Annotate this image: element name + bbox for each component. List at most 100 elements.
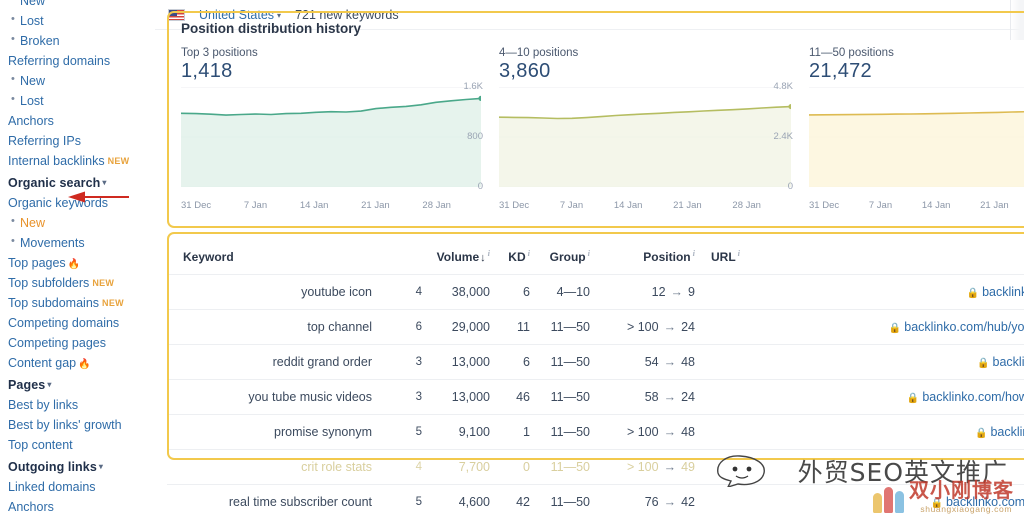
- info-icon[interactable]: i: [488, 248, 490, 258]
- sidebar-item-label: Lost: [20, 93, 44, 108]
- info-icon[interactable]: i: [738, 248, 740, 258]
- table-row[interactable]: real time subscriber count 5 4,600 42 11—50 7…: [167, 484, 1024, 515]
- sidebar-item-best-by-links-growth[interactable]: Best by links' growth: [4, 415, 155, 435]
- keyword-cell[interactable]: promise synonym: [167, 414, 372, 450]
- position-from: > 100: [626, 320, 659, 334]
- sidebar: New Lost Broken Referring domains New Lost Anc…: [0, 0, 155, 515]
- sidebar-item-organic-keywords[interactable]: Organic keywords: [4, 193, 155, 213]
- table-row[interactable]: youtube icon438,00064—1012→9🔒backlinko.c…: [167, 274, 1024, 310]
- info-icon[interactable]: i: [528, 248, 530, 258]
- position-to: 24: [681, 320, 695, 334]
- url-link[interactable]: backlinko.com/youtube-ranking-factors: [946, 495, 1024, 509]
- right-edge-panel: [1010, 0, 1024, 40]
- sidebar-item-label: Anchors: [8, 113, 54, 128]
- url-link[interactable]: backlinko.com/hub/youtube/icon: [982, 285, 1024, 299]
- sidebar-item-referring-domains[interactable]: Referring domains: [4, 51, 155, 71]
- sidebar-item-label: Referring domains: [8, 53, 111, 68]
- table-col-header-kd[interactable]: KD i: [490, 232, 530, 275]
- table-col-header-volume[interactable]: Volume↓ i: [422, 232, 490, 275]
- table-row[interactable]: reddit grand order 3 13,000 6 11—50 54 → 48 🔒 bac…: [167, 344, 1024, 380]
- chart-x-tick: 7 Jan: [559, 200, 584, 211]
- chart-y-tick: 0: [477, 181, 483, 192]
- position-cell: 76 → 42: [590, 484, 695, 515]
- keyword-cell[interactable]: real time subscriber count: [167, 484, 372, 515]
- chart-y-tick: 2.4K: [773, 131, 793, 142]
- sidebar-item-top-subdomains[interactable]: Top subdomains NEW: [4, 293, 155, 313]
- sidebar-item-linked-domains[interactable]: Linked domains: [4, 477, 155, 497]
- table-col-header-url[interactable]: URL i: [695, 232, 1024, 275]
- chart-x-tick: 7 Jan: [868, 200, 893, 211]
- chart-x-tick: 21 Jan: [980, 200, 1009, 211]
- chart-card-3: 11—50 positions 21,472 31 Dec 7 Jan 14 Jan 21…: [795, 47, 1024, 211]
- charts-row: Top 3 positions 1,418 1.6K 800 0 31 Dec 7 Jan 1…: [167, 47, 1024, 211]
- sidebar-item-broken[interactable]: Broken: [4, 31, 155, 51]
- chart-x-tick: 28 Jan: [732, 200, 761, 211]
- keyword-cell[interactable]: crit role stats: [167, 449, 372, 485]
- sidebar-item-top-subfolders[interactable]: Top subfolders NEW: [4, 273, 155, 293]
- sidebar-item-movements[interactable]: Movements: [4, 233, 155, 253]
- table-col-header-group[interactable]: Group i: [530, 232, 590, 275]
- sidebar-group-label: Outgoing links: [8, 460, 97, 474]
- keyword-cell[interactable]: you tube music videos: [167, 379, 372, 415]
- table-col-header-keyword[interactable]: Keyword: [167, 232, 372, 275]
- position-cell: > 100 → 24: [590, 309, 695, 345]
- sidebar-nav-list: New Lost Broken Referring domains New Lost Anc…: [4, 0, 155, 515]
- url-link[interactable]: backlinko.com/hub/youtube/channel-keywor…: [904, 320, 1024, 334]
- sidebar-item-anchors[interactable]: Anchors: [4, 497, 155, 515]
- sidebar-item-top-pages[interactable]: Top pages 🔥: [4, 253, 155, 273]
- keyword-cell[interactable]: youtube icon: [167, 274, 372, 310]
- table-col-header-position[interactable]: Position i: [590, 232, 695, 275]
- arrow-right-icon: →: [663, 425, 677, 439]
- chart-x-tick: 14 Jan: [613, 200, 643, 211]
- url-link[interactable]: backlinko.com/seo-techniques: [993, 355, 1024, 369]
- sidebar-item-best-by-links[interactable]: Best by links: [4, 395, 155, 415]
- sidebar-item-label: New: [20, 0, 46, 8]
- chart-x-tick: 21 Jan: [361, 200, 390, 211]
- sidebar-item-internal-backlinks[interactable]: Internal backlinks NEW: [4, 151, 155, 171]
- sidebar-item-competing-domains[interactable]: Competing domains: [4, 313, 155, 333]
- chart-plot: [809, 87, 1024, 197]
- url-link[interactable]: backlinko.com/seo-copywriting: [990, 425, 1024, 439]
- table-row[interactable]: you tube music videos 3 13,000 46 11—50 58 → 24…: [167, 379, 1024, 415]
- chart-x-tick: 14 Jan: [299, 200, 329, 211]
- table-row[interactable]: top channel 6 29,000 11 11—50 > 100 → 24 🔒 backli…: [167, 309, 1024, 345]
- sidebar-item-label: Internal backlinks: [8, 153, 105, 168]
- sidebar-item-referring-ips[interactable]: Referring IPs: [4, 131, 155, 151]
- sidebar-item-content-gap[interactable]: Content gap 🔥: [4, 353, 155, 373]
- volume-cell: 13,000: [422, 344, 490, 380]
- chevron-down-icon: ▾: [102, 178, 107, 187]
- sidebar-item-anchors[interactable]: Anchors: [4, 111, 155, 131]
- position-from: > 100: [626, 460, 659, 474]
- sidebar-item-lost[interactable]: Lost: [4, 11, 155, 31]
- info-icon[interactable]: i: [693, 248, 695, 258]
- sidebar-group-organic-search[interactable]: Organic search ▾: [4, 171, 155, 193]
- sidebar-item-label: New: [20, 73, 46, 88]
- group-cell: 11—50: [530, 379, 590, 415]
- kd-cell: 42: [490, 484, 530, 515]
- table-row[interactable]: crit role stats47,700011—50 > 100 → 49🔒back…: [167, 449, 1024, 485]
- info-icon[interactable]: i: [588, 248, 590, 258]
- chart-x-tick: 31 Dec: [809, 200, 840, 211]
- sidebar-item-lost[interactable]: Lost: [4, 91, 155, 111]
- table-row[interactable]: promise synonym 5 9,100 1 11—50 > 100 → 48 🔒 back…: [167, 414, 1024, 450]
- sidebar-group-outgoing-links[interactable]: Outgoing links ▾: [4, 455, 155, 477]
- url-cell: 🔒backlinko.com/hub/youtube/icon▾: [695, 274, 1024, 310]
- lock-icon: 🔒: [966, 288, 980, 299]
- sidebar-item-new[interactable]: New: [4, 0, 155, 11]
- sidebar-item-label: Top subfolders: [8, 275, 90, 290]
- sidebar-item-new[interactable]: New: [4, 213, 155, 233]
- keyword-cell[interactable]: top channel: [167, 309, 372, 345]
- panel-title: Position distribution history: [181, 21, 361, 36]
- keyword-cell[interactable]: reddit grand order: [167, 344, 372, 380]
- table-col-header-sf[interactable]: [372, 232, 422, 275]
- url-link[interactable]: backlinko.com/how-to-rank-youtube-videos: [922, 390, 1024, 404]
- sidebar-item-new[interactable]: New: [4, 71, 155, 91]
- chart-card-2: 4—10 positions 3,860 4.8K 2.4K 0 31 Dec 7 Jan 1…: [485, 47, 795, 211]
- sidebar-item-competing-pages[interactable]: Competing pages: [4, 333, 155, 353]
- sidebar-group-pages[interactable]: Pages ▾: [4, 373, 155, 395]
- group-cell: 11—50: [530, 309, 590, 345]
- badge-new: NEW: [102, 297, 124, 308]
- table-col-header-label: Group: [549, 250, 586, 264]
- sidebar-item-top-content[interactable]: Top content: [4, 435, 155, 455]
- arrow-right-icon: →: [663, 460, 677, 474]
